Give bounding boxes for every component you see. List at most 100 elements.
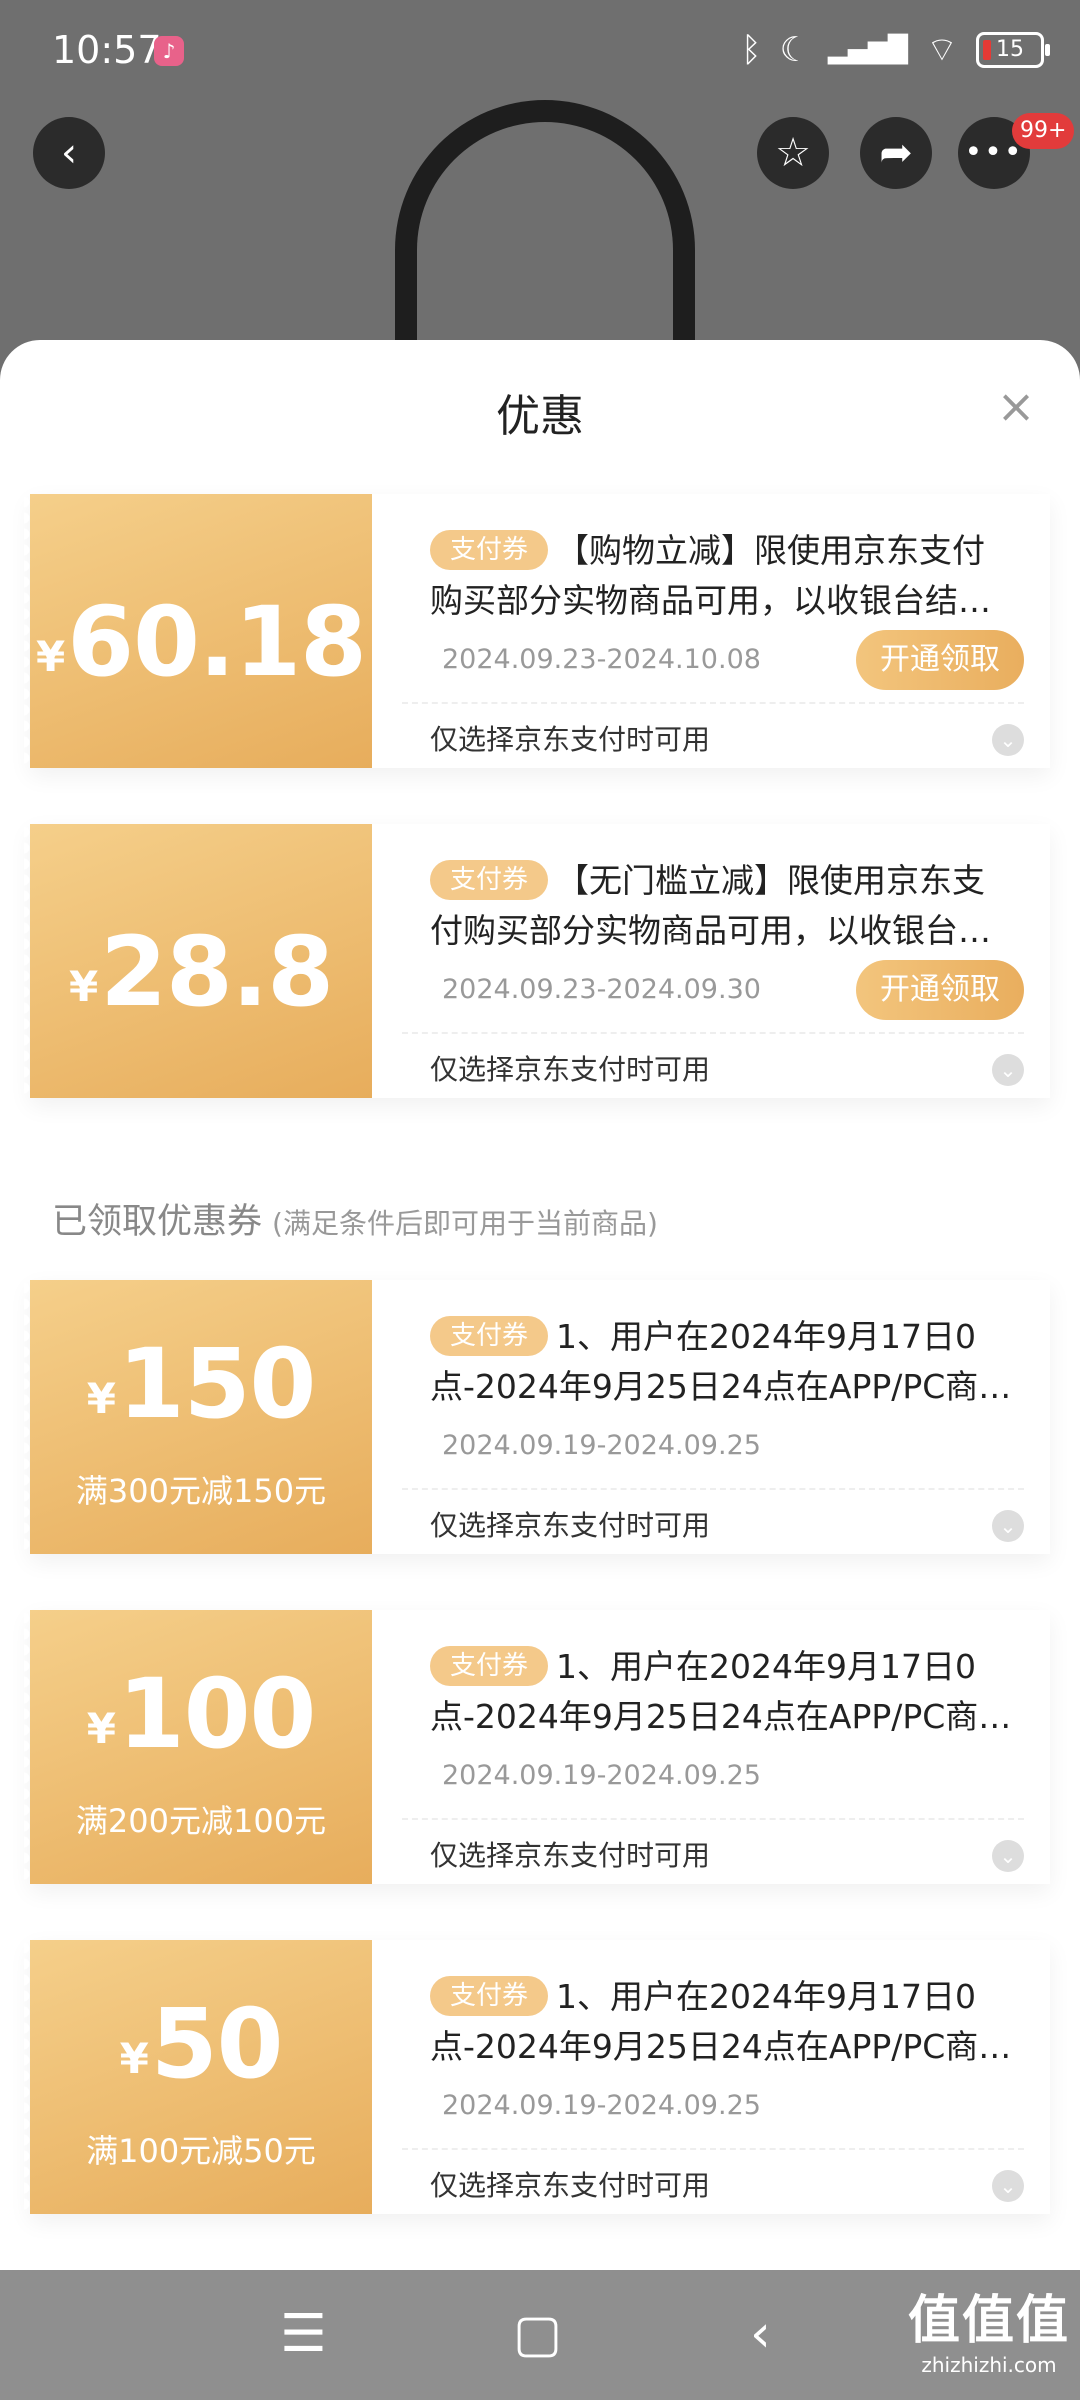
status-bar: 10:57 ♪ ᛒ ☾ ▂▄▆█ ⌔ 15 [0, 0, 1080, 100]
coupon-amount-panel: ¥28.8 [24, 824, 372, 1098]
desc-line-2: 购买部分实物商品可用，以收银台结… [430, 581, 991, 620]
desc-line-2: 付购买部分实物商品可用，以收银台… [430, 911, 991, 950]
status-icons: ᛒ ☾ ▂▄▆█ ⌔ 15 [741, 28, 1050, 71]
chevron-down-icon[interactable]: ⌄ [992, 1840, 1024, 1872]
coupon-condition: 仅选择京东支付时可用 [430, 723, 711, 756]
coupon-info: 支付券 【无门槛立减】限使用京东支 付购买部分实物商品可用，以收银台… 2024.… [372, 824, 1050, 1098]
coupon-date: 2024.09.19-2024.09.25 [442, 1430, 761, 1461]
product-image [395, 100, 695, 360]
watermark-text: 值值值 [907, 2291, 1070, 2351]
coupon-amount-panel: ¥150 满300元减150元 [24, 1280, 372, 1554]
currency-symbol: ¥ [36, 632, 66, 681]
desc-line-1: 【无门槛立减】限使用京东支 [556, 861, 986, 900]
coupon-date: 2024.09.23-2024.09.30 [442, 974, 761, 1005]
coupon-amount: ¥28.8 [30, 916, 372, 1028]
chevron-down-icon[interactable]: ⌄ [992, 2170, 1024, 2202]
coupon-amount-panel: ¥60.18 [24, 494, 372, 768]
nav-back-icon[interactable]: ‹ [750, 2308, 771, 2360]
divider [402, 1032, 1024, 1034]
coupon-threshold: 满200元减100元 [75, 1802, 327, 1840]
divider [402, 1488, 1024, 1490]
coupon-description: 支付券 【购物立减】限使用京东支付 购买部分实物商品可用，以收银台结… [430, 526, 1030, 626]
discount-sheet: 优惠 × ¥60.18 支付券 【购物立减】限使用京东支付 购买部分实物商品可用，… [0, 340, 1080, 2270]
coupon-card: ¥60.18 支付券 【购物立减】限使用京东支付 购买部分实物商品可用，以收银台结… [24, 494, 1050, 768]
chevron-down-icon[interactable]: ⌄ [992, 1054, 1024, 1086]
currency-symbol: ¥ [86, 1704, 116, 1753]
coupon-amount: ¥100 [30, 1658, 372, 1770]
coupon-amount: ¥150 [30, 1328, 372, 1440]
message-count-badge: 99+ [1012, 113, 1075, 149]
section-title: 已领取优惠券 [52, 1202, 263, 1242]
desc-line-1: 1、用户在2024年9月17日0 [556, 1977, 976, 2016]
coupon-card: ¥50 满100元减50元 支付券 1、用户在2024年9月17日0 点-2024… [24, 1940, 1050, 2214]
currency-symbol: ¥ [86, 1374, 116, 1423]
desc-line-2: 点-2024年9月25日24点在APP/PC商… [430, 2027, 1012, 2066]
sheet-title: 优惠 [496, 391, 584, 442]
desc-line-1: 【购物立减】限使用京东支付 [556, 531, 986, 570]
coupon-description: 支付券 1、用户在2024年9月17日0 点-2024年9月25日24点在APP/… [430, 1972, 1030, 2072]
coupon-description: 支付券 【无门槛立减】限使用京东支 付购买部分实物商品可用，以收银台… [430, 856, 1030, 956]
coupon-condition: 仅选择京东支付时可用 [430, 2169, 711, 2202]
coupon-card: ¥100 满200元减100元 支付券 1、用户在2024年9月17日0 点-20… [24, 1610, 1050, 1884]
coupon-card: ¥150 满300元减150元 支付券 1、用户在2024年9月17日0 点-20… [24, 1280, 1050, 1554]
coupon-threshold: 满100元减50元 [86, 2132, 316, 2170]
coupon-amount: ¥60.18 [30, 586, 372, 698]
payment-coupon-tag: 支付券 [430, 1976, 549, 2016]
coupon-description: 支付券 1、用户在2024年9月17日0 点-2024年9月25日24点在APP/… [430, 1312, 1030, 1412]
desc-line-2: 点-2024年9月25日24点在APP/PC商… [430, 1367, 1012, 1406]
bluetooth-icon: ᛒ [741, 29, 762, 70]
coupon-condition: 仅选择京东支付时可用 [430, 1839, 711, 1872]
coupon-info: 支付券 1、用户在2024年9月17日0 点-2024年9月25日24点在APP/… [372, 1940, 1050, 2214]
claimed-section-header: 已领取优惠券 (满足条件后即可用于当前商品) [52, 1193, 658, 1244]
coupon-amount-panel: ¥50 满100元减50元 [24, 1940, 372, 2214]
battery-icon: 15 [976, 31, 1050, 68]
status-time: 10:57 [52, 28, 162, 72]
chevron-down-icon[interactable]: ⌄ [992, 1510, 1024, 1542]
recent-apps-menu-icon[interactable]: ☰ [280, 2308, 327, 2360]
divider [402, 2148, 1024, 2150]
amount-value: 150 [117, 1328, 316, 1440]
desc-line-2: 点-2024年9月25日24点在APP/PC商… [430, 1697, 1012, 1736]
payment-coupon-tag: 支付券 [430, 1316, 549, 1356]
currency-symbol: ¥ [68, 962, 99, 1011]
amount-value: 100 [117, 1658, 316, 1770]
hd-signal-icon: ▂▄▆█ [828, 34, 909, 65]
amount-value: 28.8 [100, 916, 334, 1028]
coupon-date: 2024.09.23-2024.10.08 [442, 644, 761, 675]
currency-symbol: ¥ [119, 2034, 149, 2083]
divider [402, 1818, 1024, 1820]
coupon-amount-panel: ¥100 满200元减100元 [24, 1610, 372, 1884]
divider [402, 702, 1024, 704]
close-icon[interactable]: × [996, 383, 1036, 429]
coupon-description: 支付券 1、用户在2024年9月17日0 点-2024年9月25日24点在APP/… [430, 1642, 1030, 1742]
favorite-star-icon[interactable]: ☆ [757, 117, 829, 189]
coupon-info: 支付券 1、用户在2024年9月17日0 点-2024年9月25日24点在APP/… [372, 1610, 1050, 1884]
coupon-info: 支付券 【购物立减】限使用京东支付 购买部分实物商品可用，以收银台结… 2024.… [372, 494, 1050, 768]
share-icon[interactable]: ➦ [860, 117, 932, 189]
desc-line-1: 1、用户在2024年9月17日0 [556, 1317, 976, 1356]
wifi-icon: ⌔ [926, 30, 958, 70]
coupon-condition: 仅选择京东支付时可用 [430, 1509, 711, 1542]
claim-button[interactable]: 开通领取 [856, 630, 1024, 690]
moon-icon: ☾ [779, 29, 811, 70]
coupon-amount: ¥50 [30, 1988, 372, 2100]
music-note-icon: ♪ [154, 36, 184, 66]
claim-button[interactable]: 开通领取 [856, 960, 1024, 1020]
coupon-threshold: 满300元减150元 [75, 1472, 327, 1510]
watermark-url: zhizhizhi.com [921, 2353, 1057, 2377]
home-square-icon[interactable]: ▢ [513, 2308, 562, 2360]
amount-value: 60.18 [67, 586, 367, 698]
section-subtitle: (满足条件后即可用于当前商品) [272, 1207, 658, 1240]
watermark-logo: 值值值 zhizhizhi.com [908, 2278, 1070, 2377]
chevron-down-icon[interactable]: ⌄ [992, 724, 1024, 756]
desc-line-1: 1、用户在2024年9月17日0 [556, 1647, 976, 1686]
payment-coupon-tag: 支付券 [430, 530, 549, 570]
amount-value: 50 [150, 1988, 284, 2100]
coupon-date: 2024.09.19-2024.09.25 [442, 2090, 761, 2121]
back-button[interactable]: ‹ [33, 117, 105, 189]
system-nav-bar: ☰ ▢ ‹ 值值值 zhizhizhi.com [0, 2270, 1080, 2400]
coupon-date: 2024.09.19-2024.09.25 [442, 1760, 761, 1791]
coupon-info: 支付券 1、用户在2024年9月17日0 点-2024年9月25日24点在APP/… [372, 1280, 1050, 1554]
payment-coupon-tag: 支付券 [430, 860, 549, 900]
coupon-card: ¥28.8 支付券 【无门槛立减】限使用京东支 付购买部分实物商品可用，以收银台…… [24, 824, 1050, 1098]
